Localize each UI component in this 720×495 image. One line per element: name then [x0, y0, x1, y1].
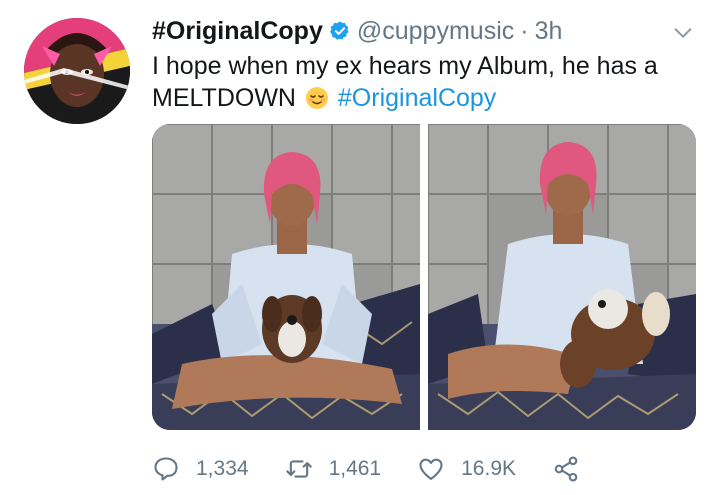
tweet-photo-1[interactable] — [152, 124, 420, 430]
relieved-face-icon — [305, 87, 328, 109]
like-count: 16.9K — [461, 457, 517, 480]
like-button[interactable]: 16.9K — [417, 455, 516, 483]
tweet-header: #OriginalCopy @cuppymusic · 3h — [152, 14, 562, 48]
avatar[interactable] — [24, 18, 130, 124]
photo-1-image — [152, 124, 420, 430]
avatar-image — [24, 18, 130, 124]
tweet-photo-2[interactable] — [428, 124, 696, 430]
reply-icon — [154, 457, 178, 481]
verified-badge-icon — [329, 21, 349, 40]
photo-2-image — [428, 124, 696, 430]
heart-icon — [419, 458, 443, 480]
share-button[interactable] — [552, 455, 580, 483]
retweet-icon — [285, 460, 312, 478]
reply-count: 1,334 — [196, 457, 249, 480]
media-grid — [152, 124, 696, 430]
tweet-actions: 1,334 1,461 16.9K — [152, 452, 616, 486]
reply-button[interactable]: 1,334 — [152, 455, 249, 483]
display-name[interactable]: #OriginalCopy — [152, 17, 323, 46]
timestamp[interactable]: 3h — [535, 17, 563, 46]
separator-dot: · — [520, 16, 529, 45]
handle[interactable]: @cuppymusic — [357, 17, 514, 46]
retweet-button[interactable]: 1,461 — [285, 455, 382, 483]
hashtag-link[interactable]: #OriginalCopy — [338, 84, 496, 112]
share-icon — [554, 456, 578, 482]
tweet-text: I hope when my ex hears my Album, he has… — [152, 50, 692, 114]
retweet-count: 1,461 — [328, 457, 382, 480]
chevron-down-icon[interactable] — [672, 22, 694, 44]
